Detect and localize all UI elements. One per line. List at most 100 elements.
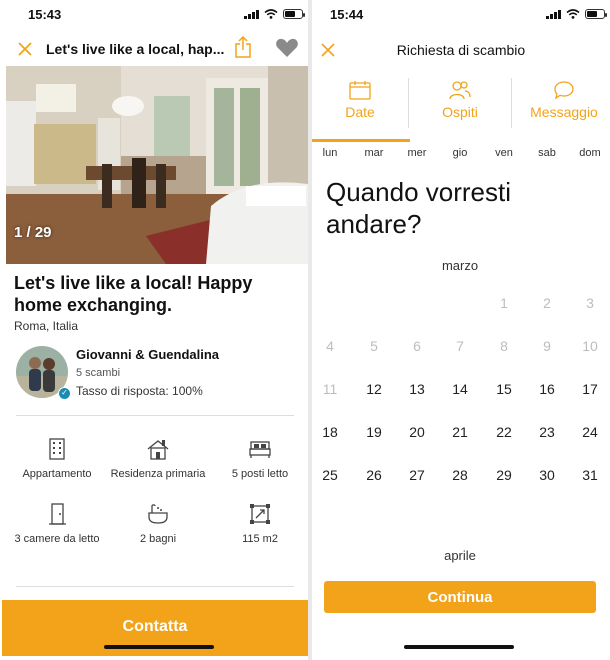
calendar-day[interactable]: 29 — [496, 467, 512, 483]
calendar-day[interactable]: 12 — [366, 381, 382, 397]
tab-divider — [408, 78, 409, 128]
calendar-day[interactable]: 22 — [496, 424, 512, 440]
nav-title: Richiesta di scambio — [396, 42, 526, 58]
area-icon — [250, 504, 270, 524]
weekday-label: mar — [364, 147, 384, 159]
calendar-day[interactable]: 26 — [366, 467, 382, 483]
nav-bar: Richiesta di scambio — [312, 32, 610, 66]
status-bar: 15:44 — [312, 0, 610, 30]
divider — [16, 586, 294, 587]
calendar-day[interactable]: 21 — [452, 424, 468, 440]
listing-screen: 15:43 Let's live like a local, hap... 1 … — [0, 0, 308, 660]
calendar-day[interactable]: 4 — [326, 338, 334, 354]
calendar-day[interactable]: 15 — [496, 381, 512, 397]
calendar-day[interactable]: 9 — [543, 338, 551, 354]
tab-message[interactable]: Messaggio — [516, 70, 610, 138]
calendar-day[interactable]: 24 — [582, 424, 598, 440]
tab-label: Messaggio — [530, 104, 598, 120]
tab-label: Date — [345, 104, 375, 120]
status-time: 15:43 — [28, 7, 62, 22]
calendar-day[interactable]: 30 — [539, 467, 555, 483]
feature-area: 115 m2 — [210, 503, 308, 547]
feature-bathrooms: 2 bagni — [108, 503, 208, 547]
heart-icon[interactable] — [275, 38, 299, 58]
calendar-day[interactable]: 2 — [543, 295, 551, 311]
host-exchanges: 5 scambi — [76, 367, 121, 379]
nav-title: Let's live like a local, hap... — [46, 41, 225, 57]
calendar-day[interactable]: 17 — [582, 381, 598, 397]
wifi-icon — [566, 9, 580, 19]
calendar-day[interactable]: 19 — [366, 424, 382, 440]
continue-button[interactable]: Continua — [324, 581, 596, 613]
calendar-day[interactable]: 7 — [456, 338, 464, 354]
feature-label: 2 bagni — [139, 533, 177, 545]
feature-beds: 5 posti letto — [210, 438, 308, 482]
verified-badge-icon: ✓ — [58, 387, 71, 400]
calendar-day[interactable]: 1 — [500, 295, 508, 311]
nav-bar: Let's live like a local, hap... — [0, 32, 308, 66]
calendar-day[interactable]: 5 — [370, 338, 378, 354]
calendar-day[interactable]: 3 — [586, 295, 594, 311]
feature-label: 5 posti letto — [231, 468, 289, 480]
calendar-day[interactable]: 6 — [413, 338, 421, 354]
host-response-rate: Tasso di risposta: 100% — [76, 384, 203, 398]
battery-icon — [585, 9, 607, 19]
tab-label: Ospiti — [442, 104, 478, 120]
tab-divider — [511, 78, 512, 128]
calendar-day[interactable]: 25 — [322, 467, 338, 483]
calendar-day[interactable]: 31 — [582, 467, 598, 483]
month-label: aprile — [444, 548, 476, 563]
feature-label: Appartamento — [22, 468, 92, 480]
house-icon — [147, 440, 169, 460]
calendar-day[interactable]: 16 — [539, 381, 555, 397]
signal-icon — [244, 9, 259, 19]
door-icon — [49, 503, 66, 525]
tab-guests[interactable]: Ospiti — [412, 70, 508, 138]
status-time: 15:44 — [330, 7, 364, 22]
calendar-day[interactable]: 13 — [409, 381, 425, 397]
feature-bedrooms: 3 camere da letto — [7, 503, 107, 547]
chat-icon — [554, 81, 574, 100]
active-tab-indicator — [312, 139, 410, 142]
building-icon — [49, 438, 65, 460]
calendar-day[interactable]: 27 — [409, 467, 425, 483]
feature-residence: Residenza primaria — [108, 438, 208, 482]
close-icon[interactable] — [18, 42, 32, 56]
calendar-day[interactable]: 28 — [452, 467, 468, 483]
feature-label: 115 m2 — [242, 533, 278, 545]
feature-property-type: Appartamento — [7, 438, 107, 482]
wifi-icon — [264, 9, 278, 19]
month-label: marzo — [441, 258, 479, 273]
signal-icon — [546, 9, 561, 19]
calendar-day[interactable]: 10 — [582, 338, 598, 354]
calendar-day[interactable]: 14 — [452, 381, 468, 397]
battery-icon — [283, 9, 305, 19]
weekday-label: gio — [452, 147, 468, 159]
calendar-icon — [349, 81, 371, 100]
status-bar: 15:43 — [0, 0, 308, 30]
dates-question: Quando vorresti andare? — [326, 177, 511, 239]
feature-label: Residenza primaria — [110, 468, 206, 480]
calendar-day[interactable]: 11 — [323, 381, 338, 397]
feature-label: 3 camere da letto — [14, 533, 100, 545]
share-icon[interactable] — [234, 36, 252, 58]
calendar-day[interactable]: 8 — [500, 338, 508, 354]
calendar-day[interactable]: 20 — [409, 424, 425, 440]
calendar-day[interactable]: 23 — [539, 424, 555, 440]
calendar-day[interactable]: 18 — [322, 424, 338, 440]
weekday-label: ven — [495, 147, 513, 159]
bed-icon — [249, 441, 271, 458]
listing-title: Let's live like a local! Happy home exch… — [14, 273, 253, 315]
tab-dates[interactable]: Date — [312, 70, 408, 138]
exchange-request-screen: 15:44 Richiesta di scambio Date Ospiti M… — [312, 0, 610, 660]
weekday-label: dom — [579, 147, 601, 159]
weekday-header: lun mar mer gio ven sab dom — [312, 147, 610, 161]
host-name[interactable]: Giovanni & Guendalina — [76, 347, 219, 362]
home-indicator[interactable] — [404, 645, 514, 649]
divider — [16, 415, 294, 416]
bathtub-icon — [148, 504, 168, 524]
photo-counter: 1 / 29 — [14, 224, 52, 241]
people-icon — [449, 81, 471, 100]
home-indicator[interactable] — [104, 645, 214, 649]
weekday-label: mer — [407, 147, 427, 159]
